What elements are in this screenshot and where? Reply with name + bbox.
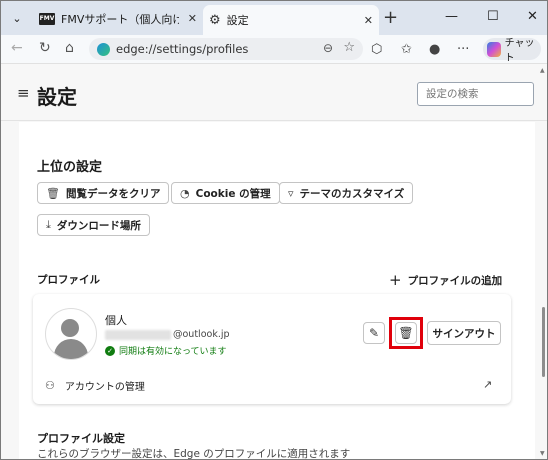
edit-profile-button[interactable]: ✎ bbox=[363, 322, 385, 344]
plus-icon: + bbox=[389, 271, 402, 289]
edge-logo-icon bbox=[97, 42, 110, 56]
cookie-icon: ◔ bbox=[180, 186, 190, 200]
home-button[interactable]: ⌂ bbox=[65, 40, 74, 56]
favorites-icon[interactable]: ✩ bbox=[401, 42, 412, 57]
tab-actions-button[interactable]: ⌄ bbox=[5, 7, 29, 29]
highlight-box bbox=[389, 317, 423, 349]
page-title: 設定 bbox=[37, 85, 77, 109]
manage-cookies-button[interactable]: ◔ Cookie の管理 bbox=[171, 182, 280, 204]
pencil-icon: ✎ bbox=[368, 326, 380, 340]
manage-account-link[interactable]: ⚇ アカウントの管理 bbox=[45, 378, 145, 393]
external-link-icon[interactable]: ↗ bbox=[483, 378, 492, 391]
close-icon[interactable]: ✕ bbox=[188, 12, 197, 25]
person-icon: ⚇ bbox=[45, 379, 55, 392]
check-icon: ✓ bbox=[105, 345, 115, 356]
back-button[interactable]: ← bbox=[11, 40, 23, 56]
settings-page: ≡ 設定 ▲ ▼ 上位の設定 🗑 閲覧データをクリア ◔ Cookie の管理 … bbox=[1, 64, 547, 459]
button-label: 閲覧データをクリア bbox=[65, 187, 161, 200]
trash-icon: 🗑 bbox=[46, 186, 60, 200]
customize-theme-button[interactable]: ▿ テーマのカスタマイズ bbox=[279, 182, 414, 204]
menu-icon[interactable]: ≡ bbox=[17, 84, 30, 102]
sign-out-button[interactable]: サインアウト bbox=[427, 321, 501, 345]
gear-icon: ⚙ bbox=[209, 12, 221, 28]
new-tab-button[interactable]: + bbox=[383, 7, 398, 28]
browser-window: ⌄ FMV FMVサポート（個人向け富士通 ✕ ⚙ 設定 ✕ + — ☐ ✕ ←… bbox=[0, 0, 548, 460]
redacted-email-user bbox=[105, 329, 171, 340]
chevron-down-icon: ⌄ bbox=[12, 11, 22, 25]
top-settings-title: 上位の設定 bbox=[37, 160, 103, 175]
download-location-button[interactable]: ⤓ ダウンロード場所 bbox=[37, 214, 150, 236]
tab-title: 設定 bbox=[226, 14, 249, 27]
window-close-button[interactable]: ✕ bbox=[527, 9, 538, 24]
scrollbar-thumb[interactable] bbox=[542, 307, 545, 377]
manage-account-label: アカウントの管理 bbox=[64, 382, 145, 393]
more-icon[interactable]: ··· bbox=[457, 42, 469, 57]
scroll-down-icon[interactable]: ▼ bbox=[540, 450, 545, 457]
button-label: ダウンロード場所 bbox=[56, 219, 141, 232]
extensions-icon[interactable]: ⬡ bbox=[371, 42, 382, 57]
tab-title: FMVサポート（個人向け富士通 bbox=[61, 12, 179, 26]
maximize-button[interactable]: ☐ bbox=[487, 9, 499, 24]
zoom-icon[interactable]: ⊖ bbox=[323, 41, 333, 55]
tab-fmv-support[interactable]: FMV FMVサポート（個人向け富士通 ✕ bbox=[33, 5, 203, 32]
copilot-icon bbox=[487, 41, 501, 57]
avatar bbox=[45, 308, 97, 360]
profile-settings-title: プロファイル設定 bbox=[37, 432, 125, 445]
button-label: Cookie の管理 bbox=[195, 187, 271, 200]
profile-card: 個人 @outlook.jp ✓ 同期は有効になっています ✎ 🗑 サインアウト bbox=[33, 294, 511, 404]
url-text: edge://settings/profiles bbox=[116, 42, 249, 56]
copilot-label: チャット bbox=[504, 38, 535, 64]
button-label: テーマのカスタマイズ bbox=[299, 187, 405, 200]
refresh-button[interactable]: ↻ bbox=[39, 40, 51, 56]
favorite-star-icon[interactable]: ☆ bbox=[343, 40, 355, 55]
email-domain: @outlook.jp bbox=[173, 329, 230, 340]
settings-header: ≡ 設定 bbox=[1, 64, 547, 121]
sync-status: ✓ 同期は有効になっています bbox=[105, 344, 227, 357]
scroll-up-icon[interactable]: ▲ bbox=[540, 67, 545, 74]
close-icon[interactable]: ✕ bbox=[364, 14, 373, 27]
profiles-title: プロファイル bbox=[37, 274, 100, 286]
fmv-favicon-icon: FMV bbox=[39, 12, 55, 25]
minimize-button[interactable]: — bbox=[445, 9, 458, 24]
add-profile-label: プロファイルの追加 bbox=[407, 274, 503, 287]
address-bar[interactable]: edge://settings/profiles ⊖ ☆ bbox=[89, 38, 363, 60]
scrollbar[interactable]: ▲ ▼ bbox=[540, 67, 547, 459]
profile-settings-description: これらのブラウザー設定は、Edge のプロファイルに適用されます bbox=[37, 448, 351, 460]
settings-search-input[interactable] bbox=[417, 82, 534, 106]
add-profile-button[interactable]: + プロファイルの追加 bbox=[389, 271, 502, 289]
download-icon: ⤓ bbox=[46, 218, 51, 231]
profile-email: @outlook.jp bbox=[105, 329, 230, 340]
clear-browsing-data-button[interactable]: 🗑 閲覧データをクリア bbox=[37, 182, 170, 204]
copilot-chat-button[interactable]: チャット bbox=[483, 38, 541, 64]
address-toolbar: ← ↻ ⌂ edge://settings/profiles ⊖ ☆ ⬡ ✩ ●… bbox=[1, 35, 547, 64]
brush-icon: ▿ bbox=[288, 186, 294, 200]
tab-settings[interactable]: ⚙ 設定 ✕ bbox=[203, 5, 379, 35]
profile-icon[interactable]: ● bbox=[429, 42, 440, 57]
profile-name: 個人 bbox=[105, 314, 127, 327]
settings-content: 上位の設定 🗑 閲覧データをクリア ◔ Cookie の管理 ▿ テーマのカスタ… bbox=[19, 122, 535, 460]
tab-bar: ⌄ FMV FMVサポート（個人向け富士通 ✕ ⚙ 設定 ✕ + — ☐ ✕ bbox=[1, 1, 547, 35]
sync-status-text: 同期は有効になっています bbox=[119, 347, 227, 357]
